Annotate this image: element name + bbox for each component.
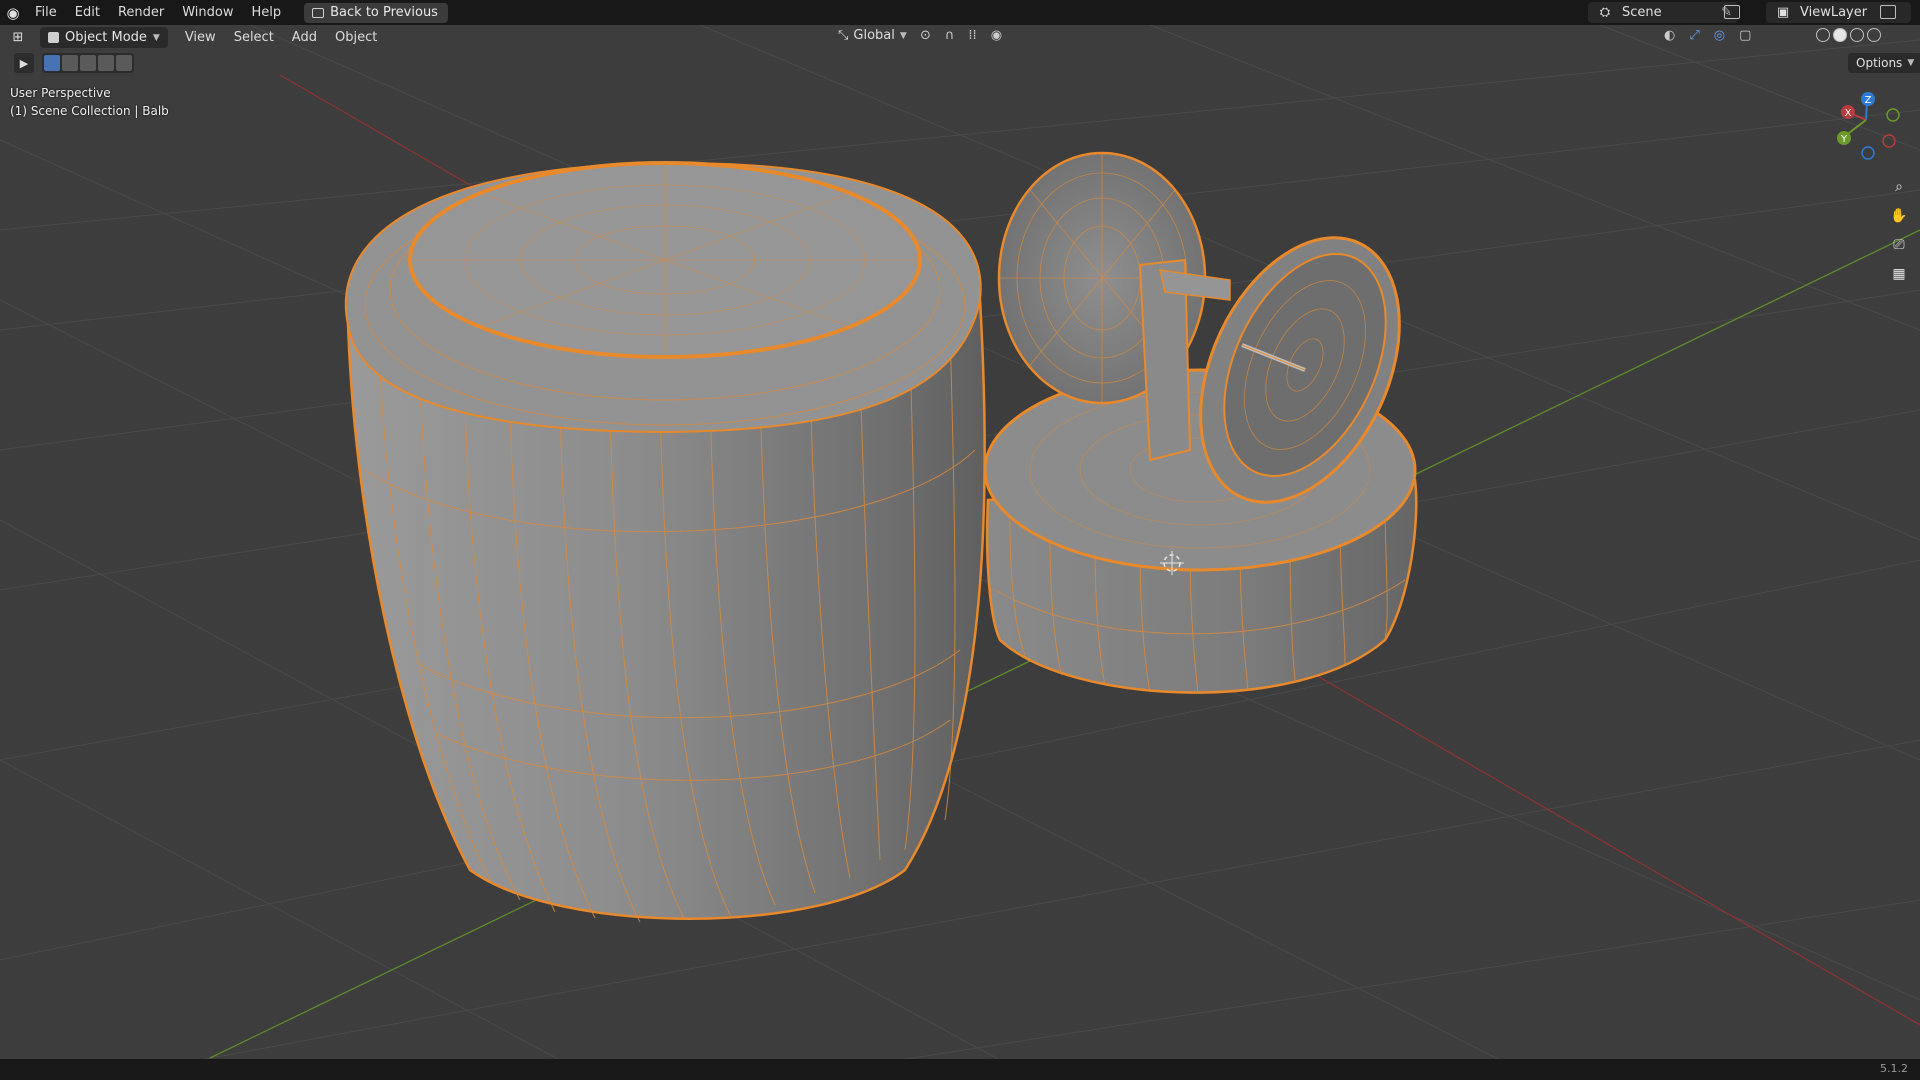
status-bar: 5.1.2 bbox=[0, 1059, 1920, 1080]
select-extend-icon[interactable] bbox=[62, 55, 78, 71]
select-invert-icon[interactable] bbox=[98, 55, 114, 71]
gizmo-toggle-icon[interactable]: ⤢ bbox=[1689, 28, 1699, 43]
back-to-previous-label: Back to Previous bbox=[330, 5, 438, 20]
orientation-label: Global bbox=[853, 28, 895, 43]
menu-help[interactable]: Help bbox=[243, 0, 291, 25]
camera-icon[interactable]: ⎚ bbox=[1886, 232, 1912, 258]
select-subtract-icon[interactable] bbox=[80, 55, 96, 71]
tool-header: ▶ bbox=[14, 53, 134, 73]
mode-label: Object Mode bbox=[65, 30, 147, 45]
gizmo-y-label: Y bbox=[1840, 134, 1848, 145]
material-shading-icon[interactable] bbox=[1850, 28, 1864, 42]
grid-icon[interactable]: ▦ bbox=[1886, 261, 1912, 287]
options-dropdown[interactable]: Options ▼ bbox=[1848, 53, 1920, 73]
options-label: Options bbox=[1856, 56, 1903, 70]
scene-icon: ⛭ bbox=[1599, 5, 1611, 20]
blender-logo[interactable]: ◉ bbox=[0, 0, 26, 25]
pan-hand-icon[interactable]: ✋ bbox=[1886, 203, 1912, 229]
chevron-down-icon: ▼ bbox=[152, 32, 160, 43]
menu-edit[interactable]: Edit bbox=[66, 0, 109, 25]
transform-orientation-dropdown[interactable]: ⤡ Global ▼ bbox=[838, 28, 907, 43]
select-tool-icon[interactable]: ▶ bbox=[14, 53, 34, 73]
menu-object[interactable]: Object bbox=[326, 25, 386, 50]
gizmo-x-label: X bbox=[1845, 108, 1852, 119]
wireframe-shading-icon[interactable] bbox=[1816, 28, 1830, 42]
view-layer-name: ViewLayer bbox=[1800, 5, 1868, 20]
chevron-down-icon: ▼ bbox=[899, 30, 907, 41]
zoom-icon[interactable]: ⌕ bbox=[1886, 174, 1912, 200]
new-scene-icon[interactable] bbox=[1724, 5, 1740, 19]
editor-type-icon[interactable]: ⊞ bbox=[0, 30, 36, 45]
view-layer-icon: ▣ bbox=[1776, 5, 1790, 20]
menu-view[interactable]: View bbox=[176, 25, 225, 50]
xray-icon[interactable]: ▢ bbox=[1739, 28, 1751, 43]
snap-magnet-icon[interactable]: ∩ bbox=[945, 28, 955, 43]
selection-mode-group bbox=[42, 53, 134, 73]
overlay-toggle-icon[interactable]: ◎ bbox=[1714, 28, 1725, 43]
proportional-edit-icon[interactable]: ◉ bbox=[991, 28, 1002, 43]
rendered-shading-icon[interactable] bbox=[1867, 28, 1881, 42]
navigation-gizmo[interactable]: Z X Y bbox=[1837, 92, 1900, 160]
active-collection-label: (1) Scene Collection | Balb bbox=[10, 104, 169, 118]
menu-window[interactable]: Window bbox=[173, 0, 242, 25]
solid-shading-icon[interactable] bbox=[1833, 28, 1847, 42]
scene-name: Scene bbox=[1622, 5, 1662, 20]
orientation-icon: ⤡ bbox=[838, 28, 849, 43]
viewport-canvas[interactable]: Z X Y bbox=[0, 0, 1920, 1080]
object-mode-icon bbox=[48, 32, 59, 43]
screen-icon bbox=[312, 7, 325, 18]
select-box-icon[interactable] bbox=[44, 55, 60, 71]
large-cylinder[interactable] bbox=[344, 161, 986, 923]
version-label: 5.1.2 bbox=[1880, 1062, 1908, 1075]
view-perspective-label: User Perspective bbox=[10, 86, 111, 100]
snap-grid-icon[interactable]: ⁞⁞ bbox=[968, 28, 976, 43]
select-intersect-icon[interactable] bbox=[116, 55, 132, 71]
overlay-controls: ◐ ⤢ ◎ ▢ bbox=[1664, 28, 1751, 43]
menu-file[interactable]: File bbox=[26, 0, 66, 25]
pivot-icon[interactable]: ⊙ bbox=[920, 28, 931, 43]
visibility-icon[interactable]: ◐ bbox=[1664, 28, 1675, 43]
back-to-previous-button[interactable]: Back to Previous bbox=[304, 2, 448, 23]
mode-dropdown[interactable]: Object Mode ▼ bbox=[40, 27, 168, 48]
menu-render[interactable]: Render bbox=[109, 0, 173, 25]
scene-selector[interactable]: ⛭ Scene ✎ bbox=[1588, 2, 1738, 23]
chevron-down-icon: ▼ bbox=[1907, 58, 1915, 68]
menu-select[interactable]: Select bbox=[225, 25, 283, 50]
new-view-layer-icon[interactable] bbox=[1880, 5, 1896, 19]
shading-modes bbox=[1816, 28, 1881, 42]
snapping-controls: ⊙ ∩ ⁞⁞ ◉ bbox=[920, 28, 1002, 43]
gizmo-z-label: Z bbox=[1865, 95, 1872, 106]
menu-add[interactable]: Add bbox=[283, 25, 326, 50]
